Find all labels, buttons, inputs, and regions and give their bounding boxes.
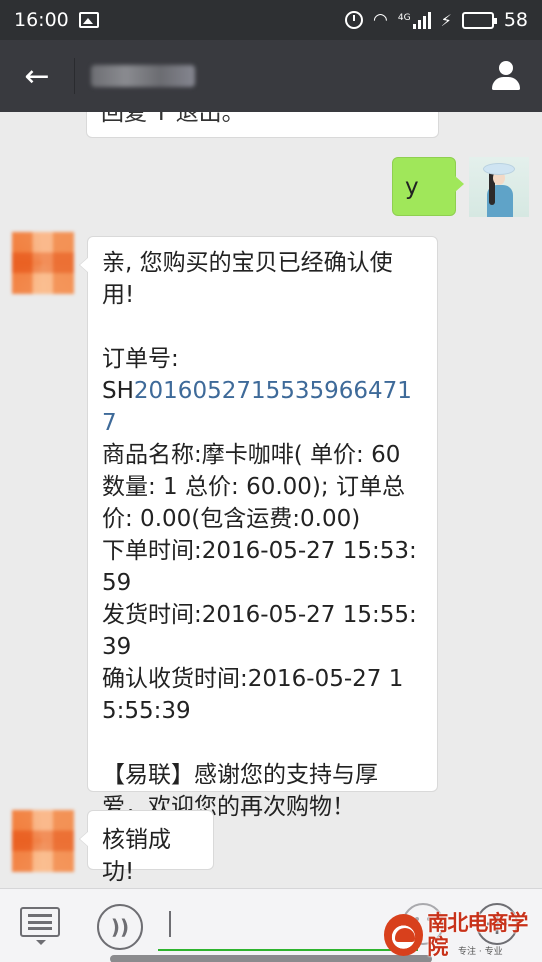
message-bubble-receipt[interactable]: 亲, 您购买的宝贝已经确认使用! 订单号: SH2016052715535966…: [79, 236, 438, 820]
back-button[interactable]: ←: [0, 40, 74, 112]
order-number-link[interactable]: 2016052715535966471​7: [102, 378, 412, 436]
person-icon: [491, 61, 521, 91]
watermark-logo-icon: [384, 914, 424, 956]
chat-header: ←: [0, 40, 542, 112]
caret-down-icon: [36, 940, 46, 945]
message-list[interactable]: 回复 T 退出。 y 亲, 您购买的宝贝已经确认使用! 订单号: SH20160…: [0, 112, 542, 888]
network-type-label: 4G: [397, 13, 411, 23]
receipt-order-number-line: SH2016052715535966471​7: [102, 375, 423, 439]
text-caret: [169, 911, 171, 937]
alarm-icon: [345, 11, 364, 29]
message-bubble-sent[interactable]: y: [392, 157, 464, 216]
receipt-confirm-time: 确认收货时间:2016-05-27 15:55:39: [102, 666, 404, 724]
signal-icon: [412, 11, 431, 29]
message-text: y: [405, 174, 419, 200]
voice-icon: )): [110, 915, 130, 939]
receipt-order-time: 下单时间:2016-05-27 15:53:59: [102, 538, 417, 596]
input-underline: [158, 949, 418, 951]
message-bubble-previous[interactable]: 回复 T 退出。: [86, 112, 439, 138]
message-text: 核销成功!: [102, 827, 171, 885]
message-bubble-verify[interactable]: 核销成功!: [79, 810, 214, 885]
sender-avatar[interactable]: [12, 232, 74, 294]
order-prefix: SH: [102, 378, 134, 404]
message-input[interactable]: [158, 911, 416, 951]
receipt-order-label: 订单号:: [102, 346, 179, 372]
menu-toggle-button[interactable]: [20, 907, 62, 945]
chat-title-blurred: [91, 65, 195, 87]
sender-avatar[interactable]: [12, 810, 74, 872]
battery-icon: [461, 11, 497, 29]
arrow-left-icon: ←: [24, 58, 50, 94]
message-text: 回复 T 退出。: [101, 112, 245, 126]
battery-percent: 58: [503, 9, 528, 31]
receipt-product: 商品名称:摩卡咖啡( 单价: 60 数量: 1 总价: 60.00); 订单总价…: [102, 442, 405, 532]
status-bar: 16:00 ◠ 4G ⚡ 58: [0, 0, 542, 40]
wifi-icon: ◠: [373, 9, 388, 30]
image-icon: [78, 12, 99, 28]
receipt-greeting: 亲, 您购买的宝贝已经确认使用!: [102, 250, 393, 308]
status-icons: ◠ 4G ⚡ 58: [345, 9, 528, 31]
charging-icon: ⚡: [440, 10, 452, 30]
status-time: 16:00: [14, 9, 69, 31]
receipt-ship-time: 发货时间:2016-05-27 15:55:39: [102, 602, 417, 660]
menu-icon: [20, 907, 60, 937]
header-divider: [74, 58, 75, 94]
my-avatar[interactable]: [469, 157, 529, 217]
voice-button[interactable]: )): [97, 904, 143, 950]
watermark-tagline: 专注 · 专业: [458, 947, 503, 957]
chat-info-button[interactable]: [470, 40, 542, 112]
watermark: 南北电商学院 专注 · 专业: [384, 910, 540, 960]
